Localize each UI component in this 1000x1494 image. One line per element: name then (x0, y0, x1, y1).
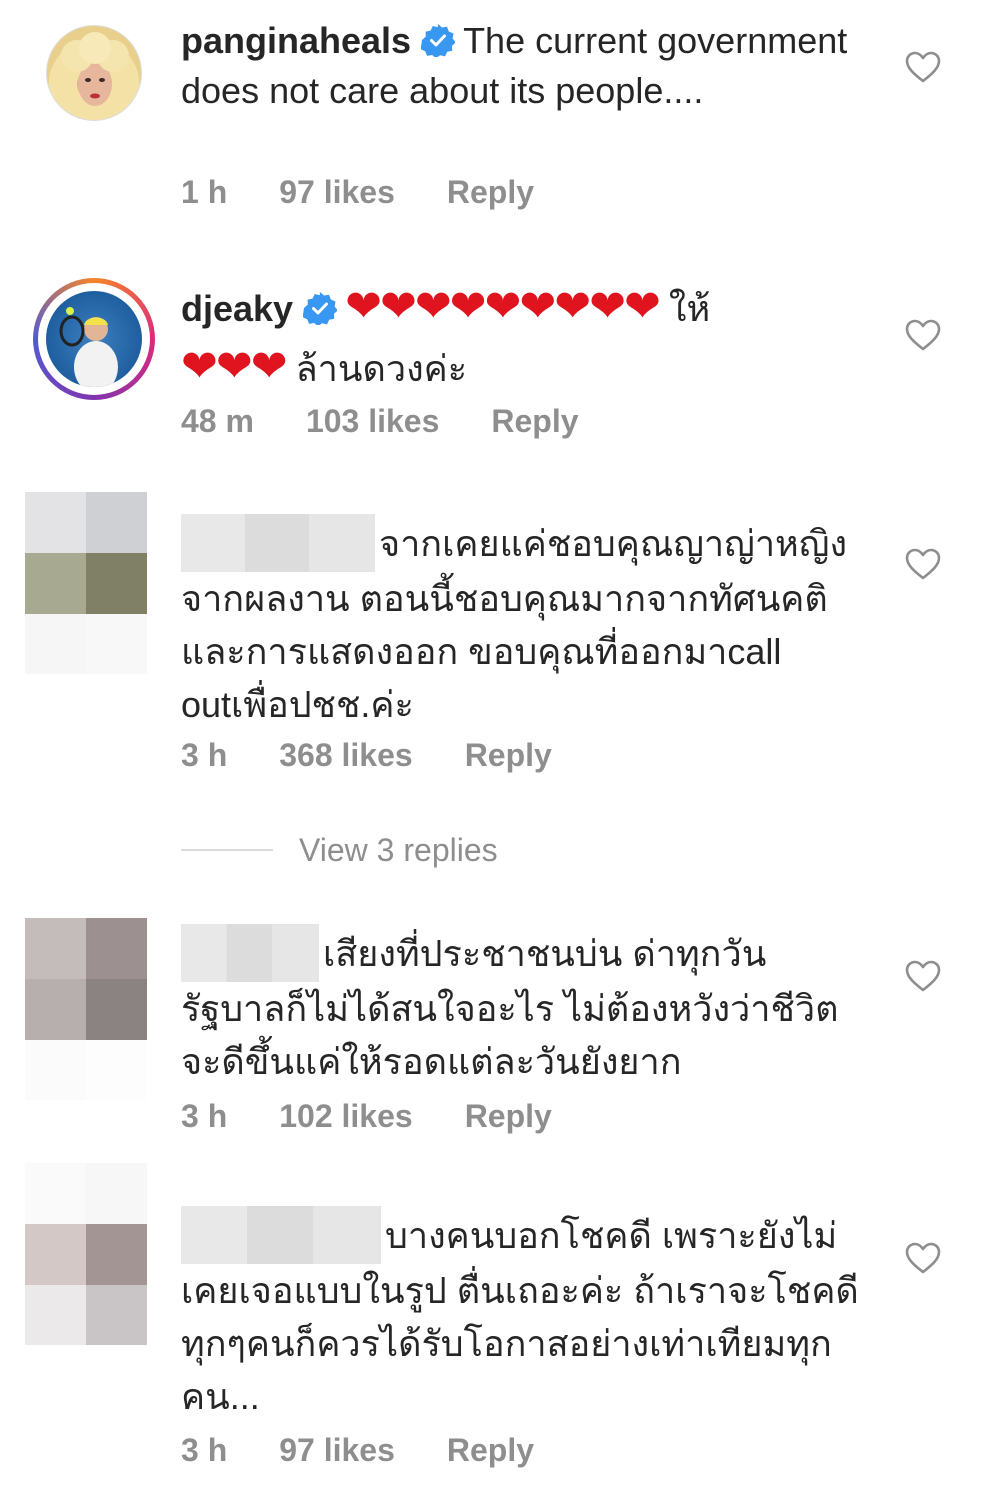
timestamp: 1 h (181, 174, 228, 210)
reply-button[interactable]: Reply (465, 737, 552, 773)
heart-outline-icon[interactable] (904, 318, 942, 352)
comment-meta: 3 h 97 likes Reply (181, 1432, 586, 1469)
heart-outline-icon[interactable] (904, 547, 942, 581)
likes-count[interactable]: 102 likes (279, 1098, 412, 1134)
username-blurred[interactable] (181, 924, 319, 982)
reply-button[interactable]: Reply (465, 1098, 552, 1134)
avatar-tennis-player (59, 307, 118, 387)
comment-meta: 3 h 102 likes Reply (181, 1098, 604, 1135)
avatar-pixelated[interactable] (25, 1163, 147, 1345)
avatar[interactable] (46, 25, 142, 121)
verified-badge-icon (420, 22, 456, 68)
comment-meta: 3 h 368 likes Reply (181, 737, 604, 774)
comment-body: panginaheals The current government does … (181, 18, 871, 114)
comment-body: จากเคยแค่ชอบคุณญาญ่าหญิงจากผลงาน ตอนนี้ช… (181, 514, 861, 731)
heart-outline-icon[interactable] (904, 959, 942, 993)
avatar-pixelated[interactable] (25, 918, 147, 1100)
comment-meta: 1 h 97 likes Reply (181, 174, 586, 211)
timestamp: 48 m (181, 403, 254, 439)
avatar[interactable] (46, 291, 142, 387)
reply-button[interactable]: Reply (447, 1432, 534, 1468)
story-ring[interactable] (33, 278, 155, 400)
username[interactable]: djeaky (181, 288, 293, 329)
username-blurred[interactable] (181, 514, 375, 572)
likes-count[interactable]: 368 likes (279, 737, 412, 773)
likes-count[interactable]: 97 likes (279, 174, 395, 210)
likes-count[interactable]: 97 likes (279, 1432, 395, 1468)
heart-outline-icon[interactable] (904, 1241, 942, 1275)
reply-button[interactable]: Reply (491, 403, 578, 439)
timestamp: 3 h (181, 1098, 228, 1134)
heart-emojis: ❤❤❤❤❤❤❤❤❤ (345, 282, 661, 331)
comment-body: เสียงที่ประชาชนบ่น ด่าทุกวัน รัฐบาลก็ไม่… (181, 924, 861, 1088)
comment-meta: 48 m 103 likes Reply (181, 403, 631, 440)
comment-body: djeaky ❤❤❤❤❤❤❤❤❤ ให้ ❤❤❤ ล้านดวงค่ะ (181, 280, 871, 396)
likes-count[interactable]: 103 likes (306, 403, 439, 439)
avatar-portrait (61, 32, 129, 106)
reply-button[interactable]: Reply (447, 174, 534, 210)
view-replies-label[interactable]: View 3 replies (299, 832, 498, 869)
view-replies-button[interactable]: View 3 replies (181, 830, 498, 870)
avatar-pixelated[interactable] (25, 492, 147, 674)
heart-outline-icon[interactable] (904, 50, 942, 84)
timestamp: 3 h (181, 1432, 228, 1468)
timestamp: 3 h (181, 737, 228, 773)
comment-text: ล้านดวงค่ะ (295, 348, 468, 389)
verified-badge-icon (302, 286, 338, 340)
username-blurred[interactable] (181, 1206, 381, 1264)
username[interactable]: panginaheals (181, 20, 411, 61)
heart-emojis: ❤❤❤ (181, 342, 288, 391)
comment-text: ให้ (668, 288, 711, 329)
divider-line (181, 849, 273, 851)
comment-body: บางคนบอกโชคดี เพราะยังไม่เคยเจอแบบในรูป … (181, 1206, 871, 1423)
